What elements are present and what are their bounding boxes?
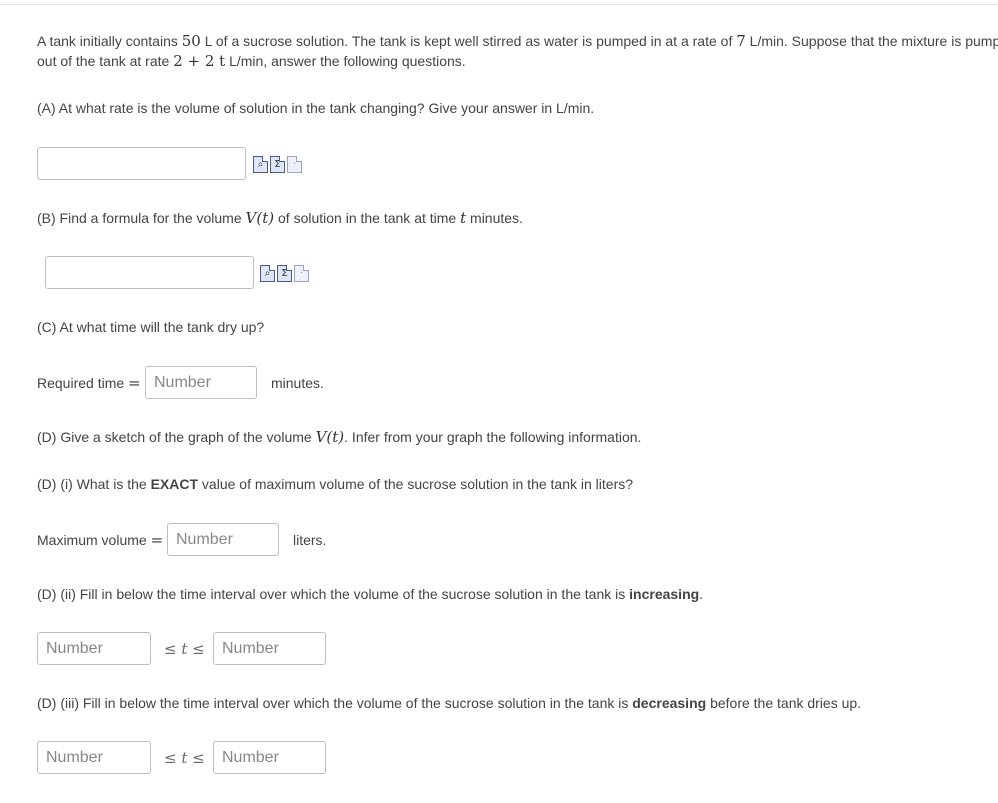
max-volume-input[interactable] (167, 523, 279, 556)
part-a-tools: ⌕ Σ · (253, 156, 302, 173)
vt-symbol: V(t) (245, 209, 275, 227)
part-a-answer-input[interactable] (37, 147, 246, 180)
minutes-unit: minutes. (271, 375, 324, 391)
part-a-question: (A) At what rate is the volume of soluti… (37, 100, 595, 116)
required-time-input[interactable] (145, 366, 257, 399)
max-volume-label: Maximum volume = (37, 531, 164, 549)
part-d-i-question: (D) (i) What is the EXACT value of maxim… (37, 476, 634, 492)
part-c-question: (C) At what time will the tank dry up? (37, 319, 265, 335)
intro-line-2: out of the tank at rate 2 + 2 t L/min, a… (37, 51, 466, 71)
outflow-rate: 2 + 2 t (173, 52, 226, 70)
intro-text: L/min. Suppose that the mixture is pumpe… (745, 33, 998, 49)
decreasing-inequality: ≤ t ≤ (164, 749, 205, 767)
formula-sigma-icon[interactable]: Σ (277, 265, 292, 282)
increasing-inequality: ≤ t ≤ (164, 640, 205, 658)
part-b-tools: ⌕ Σ · (260, 265, 309, 282)
decreasing-start-input[interactable] (37, 741, 151, 774)
vt-symbol: V(t) (315, 428, 345, 446)
help-page-icon[interactable]: · (287, 156, 302, 173)
increasing-start-input[interactable] (37, 632, 151, 665)
initial-volume: 50 (181, 32, 201, 50)
inflow-rate: 7 (736, 32, 746, 50)
intro-text: out of the tank at rate (37, 53, 174, 69)
part-b-answer-input[interactable] (45, 256, 254, 289)
preview-icon[interactable]: ⌕ (253, 156, 268, 173)
intro-text: L/min, answer the following questions. (225, 53, 466, 69)
part-d-iii-question: (D) (iii) Fill in below the time interva… (37, 695, 862, 711)
decreasing-end-input[interactable] (213, 741, 326, 774)
increasing-end-input[interactable] (213, 632, 326, 665)
intro-line-1: A tank initially contains 50 L of a sucr… (37, 31, 998, 51)
intro-text: L of a sucrose solution. The tank is kep… (200, 33, 737, 49)
intro-text: A tank initially contains (37, 33, 182, 49)
liters-unit: liters. (293, 532, 327, 548)
part-d-ii-question: (D) (ii) Fill in below the time interval… (37, 586, 704, 602)
formula-sigma-icon[interactable]: Σ (270, 156, 285, 173)
top-divider (0, 4, 998, 5)
preview-icon[interactable]: ⌕ (260, 265, 275, 282)
part-b-question: (B) Find a formula for the volume V(t) o… (37, 209, 523, 227)
part-d-question: (D) Give a sketch of the graph of the vo… (37, 428, 642, 446)
help-page-icon[interactable]: · (294, 265, 309, 282)
required-time-label: Required time = (37, 374, 141, 392)
